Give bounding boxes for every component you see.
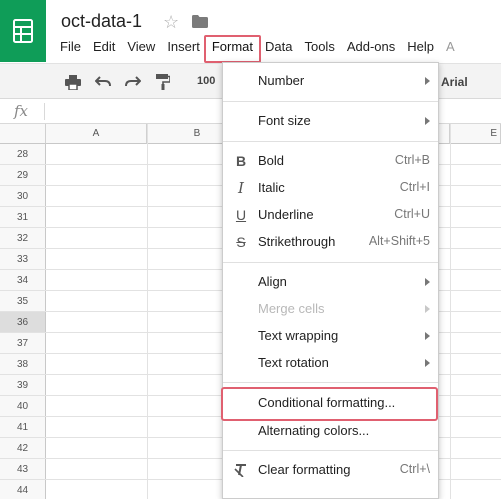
row-number[interactable]: 35 [0, 291, 46, 311]
format-menu-dropdown: Number Font size B Bold Ctrl+B I Italic … [221, 62, 439, 499]
menu-format[interactable]: Format [203, 35, 262, 63]
menu-item-shortcut: Ctrl+U [394, 207, 430, 221]
menu-view[interactable]: View [121, 37, 161, 59]
submenu-arrow-icon [425, 117, 430, 125]
fx-icon: fx [14, 102, 29, 120]
column-divider [147, 124, 148, 499]
menu-item-label: Text wrapping [258, 328, 339, 343]
menu-item-label: Underline [258, 207, 314, 222]
menu-item-label: Bold [258, 153, 285, 168]
column-header-e[interactable]: E [450, 124, 501, 144]
submenu-arrow-icon [425, 77, 430, 85]
menu-divider [223, 101, 438, 102]
menu-divider [223, 382, 438, 383]
row-number[interactable]: 29 [0, 165, 46, 185]
underline-icon: U [235, 207, 247, 223]
row-number[interactable]: 28 [0, 144, 46, 164]
zoom-select[interactable]: 100 [197, 75, 215, 87]
menu-item-underline[interactable]: U Underline Ctrl+U [223, 202, 438, 228]
italic-icon: I [238, 179, 244, 197]
undo-icon[interactable] [94, 73, 112, 91]
submenu-arrow-icon [425, 359, 430, 367]
menu-data[interactable]: Data [259, 37, 298, 59]
clear-formatting-icon [233, 461, 249, 479]
menu-item-strikethrough[interactable]: S Strikethrough Alt+Shift+5 [223, 229, 438, 255]
row-number[interactable]: 38 [0, 354, 46, 374]
row-number[interactable]: 40 [0, 396, 46, 416]
submenu-arrow-icon [425, 278, 430, 286]
menu-item-number[interactable]: Number [223, 68, 438, 94]
menu-truncated[interactable]: A [440, 37, 461, 59]
submenu-arrow-icon [425, 332, 430, 340]
formula-separator [44, 103, 45, 120]
row-number[interactable]: 32 [0, 228, 46, 248]
print-icon[interactable] [64, 73, 82, 91]
menu-item-align[interactable]: Align [223, 269, 438, 295]
menu-item-label: Number [258, 73, 305, 88]
row-number[interactable]: 34 [0, 270, 46, 290]
menu-tools[interactable]: Tools [298, 37, 340, 59]
menu-item-shortcut: Ctrl+\ [399, 462, 430, 476]
row-number[interactable]: 31 [0, 207, 46, 227]
menu-divider [223, 141, 438, 142]
font-select[interactable]: Arial [441, 75, 468, 89]
sheets-logo-icon [13, 19, 33, 43]
row-number[interactable]: 43 [0, 459, 46, 479]
column-header-a[interactable]: A [46, 124, 147, 144]
row-number[interactable]: 33 [0, 249, 46, 269]
menu-item-label: Merge cells [258, 301, 325, 316]
menu-add-ons[interactable]: Add-ons [341, 37, 401, 59]
strikethrough-icon: S [236, 234, 246, 250]
menu-item-shortcut: Ctrl+I [399, 180, 430, 194]
row-number[interactable]: 41 [0, 417, 46, 437]
redo-icon[interactable] [124, 73, 142, 91]
menu-item-label: Conditional formatting... [258, 395, 396, 410]
menu-item-clear-formatting[interactable]: Clear formatting Ctrl+\ [223, 457, 438, 483]
column-divider [450, 124, 451, 499]
menu-item-font-size[interactable]: Font size [223, 108, 438, 134]
menu-item-label: Align [258, 274, 287, 289]
select-all-corner[interactable] [0, 124, 46, 144]
bold-icon: B [235, 153, 247, 169]
menu-item-text-rotation[interactable]: Text rotation [223, 350, 438, 376]
menu-help[interactable]: Help [401, 37, 440, 59]
menu-divider [223, 262, 438, 263]
row-number[interactable]: 37 [0, 333, 46, 353]
paint-format-icon[interactable] [154, 73, 172, 91]
menu-item-label: Font size [258, 113, 311, 128]
menu-divider [223, 450, 438, 451]
row-number[interactable]: 39 [0, 375, 46, 395]
menu-edit[interactable]: Edit [87, 37, 121, 59]
menu-item-alternating-colors[interactable]: Alternating colors... [223, 418, 438, 444]
menu-file[interactable]: File [54, 37, 87, 59]
menu-bar: File Edit View Insert Format Data Tools … [54, 35, 461, 63]
menu-item-label: Strikethrough [258, 234, 336, 249]
menu-item-conditional-formatting[interactable]: Conditional formatting... [221, 387, 438, 421]
menu-item-label: Text rotation [258, 355, 329, 370]
menu-item-label: Alternating colors... [258, 423, 370, 438]
menu-item-text-wrapping[interactable]: Text wrapping [223, 323, 438, 349]
row-number-selected[interactable]: 36 [0, 312, 46, 332]
menu-insert[interactable]: Insert [161, 37, 206, 59]
menu-item-shortcut: Alt+Shift+5 [368, 234, 430, 248]
menu-item-italic[interactable]: I Italic Ctrl+I [223, 175, 438, 201]
menu-item-merge-cells: Merge cells [223, 296, 438, 322]
star-icon[interactable]: ☆ [163, 12, 179, 33]
menu-item-label: Italic [258, 180, 285, 195]
sheets-logo[interactable] [0, 0, 46, 62]
submenu-arrow-icon [425, 305, 430, 313]
menu-item-shortcut: Ctrl+B [394, 153, 430, 167]
menu-item-label: Clear formatting [258, 462, 351, 477]
folder-icon[interactable] [192, 15, 208, 33]
row-number[interactable]: 44 [0, 480, 46, 499]
menu-item-bold[interactable]: B Bold Ctrl+B [223, 148, 438, 174]
row-number[interactable]: 42 [0, 438, 46, 458]
document-title[interactable]: oct-data-1 [61, 11, 142, 32]
row-number[interactable]: 30 [0, 186, 46, 206]
